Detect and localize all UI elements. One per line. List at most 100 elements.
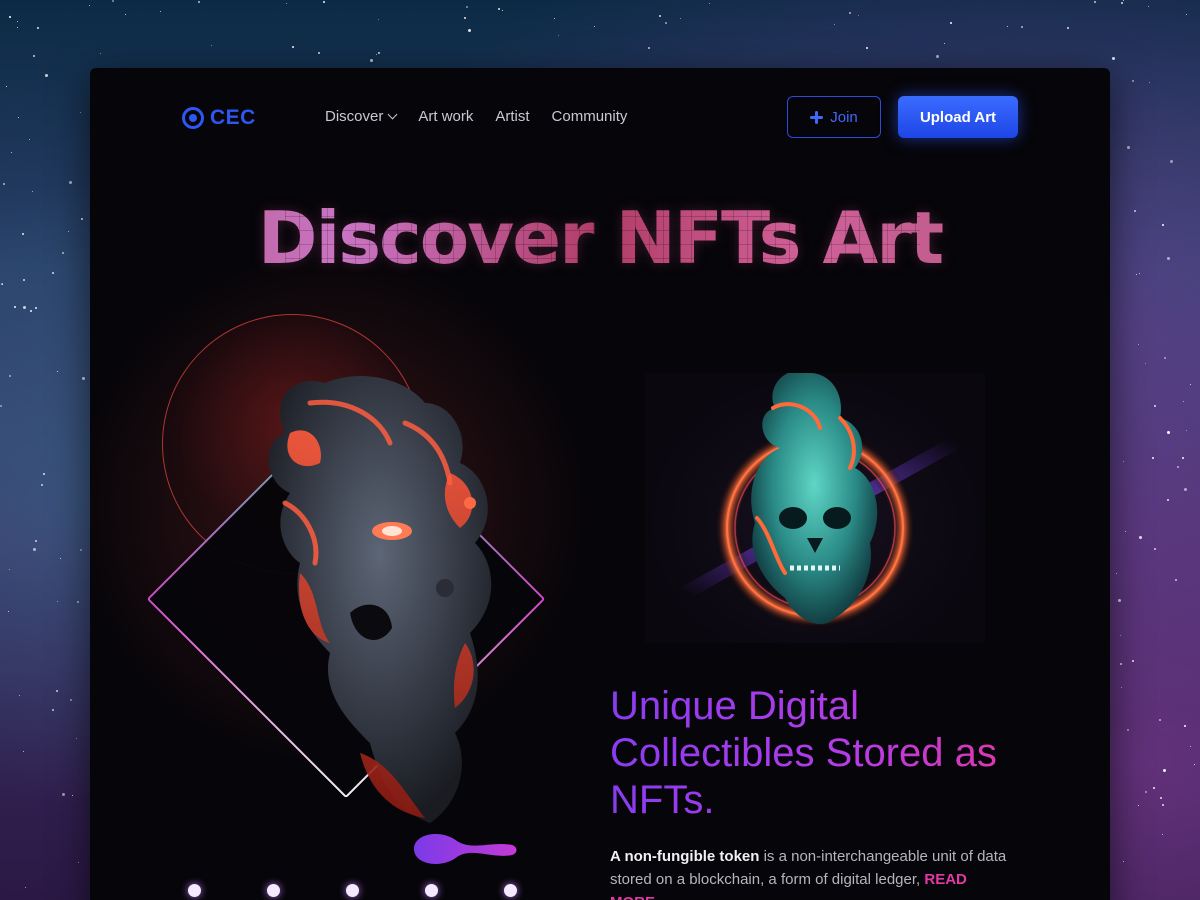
star [292, 45, 295, 48]
star [709, 3, 711, 5]
star [1161, 804, 1164, 807]
star [1122, 0, 1124, 2]
star [79, 112, 81, 114]
star [497, 7, 500, 10]
carousel-dot[interactable] [504, 884, 517, 897]
star [1184, 724, 1187, 727]
star [376, 54, 378, 56]
star [1186, 430, 1188, 432]
star [1126, 729, 1129, 732]
star [286, 3, 288, 5]
star [369, 59, 373, 63]
star [1169, 159, 1173, 163]
star [11, 152, 13, 154]
carousel-dot[interactable] [425, 884, 438, 897]
hero-title: Discover NFTs Art [90, 196, 1110, 280]
star [1144, 790, 1147, 793]
carousel-dot[interactable] [346, 884, 359, 897]
star [13, 306, 16, 309]
star [43, 473, 46, 476]
star [1135, 274, 1137, 276]
nav-item-label: Community [551, 108, 628, 125]
discord-icon [810, 110, 824, 124]
star [69, 698, 72, 701]
star [1139, 273, 1141, 275]
star [0, 405, 3, 408]
star [558, 35, 560, 37]
main-nav: Discover Art work Artist Community [325, 108, 627, 125]
star [6, 86, 8, 88]
star [44, 73, 48, 77]
star [1127, 146, 1131, 150]
star [463, 17, 466, 20]
nav-item-art-work[interactable]: Art work [418, 108, 473, 125]
star [56, 600, 58, 602]
star [1006, 26, 1008, 28]
skull-artwork-card[interactable] [645, 373, 985, 643]
star [1164, 356, 1167, 359]
star [211, 45, 213, 47]
star [1176, 466, 1179, 469]
star [1137, 344, 1139, 346]
star [31, 191, 33, 193]
carousel-dots [188, 884, 517, 897]
sculpture-artwork-image [268, 375, 492, 823]
star [62, 792, 66, 796]
star [648, 47, 651, 50]
star [68, 180, 72, 184]
star [8, 569, 10, 571]
carousel-dot[interactable] [267, 884, 280, 897]
nav-item-artist[interactable]: Artist [495, 108, 529, 125]
star [1185, 14, 1187, 16]
star [1182, 401, 1184, 403]
star [1118, 598, 1122, 602]
description-bold-term: A non-fungible token [610, 848, 760, 865]
star [1153, 548, 1156, 551]
upload-art-button[interactable]: Upload Art [898, 96, 1018, 138]
star [79, 548, 82, 551]
star [29, 139, 31, 140]
star [949, 22, 952, 25]
star [1162, 834, 1164, 836]
star [848, 12, 851, 15]
star [465, 6, 468, 9]
star [858, 14, 860, 16]
star [323, 1, 326, 4]
star [1120, 662, 1123, 665]
nav-item-community[interactable]: Community [552, 108, 628, 125]
star [1131, 80, 1134, 83]
star [1144, 363, 1146, 365]
star [1122, 460, 1124, 462]
nav-item-label: Discover [325, 108, 384, 125]
star [1119, 635, 1121, 637]
brand-logo[interactable]: CEC [182, 106, 256, 130]
star [1131, 660, 1134, 663]
star [1067, 26, 1070, 29]
join-button-label: Join [830, 108, 858, 126]
star [111, 0, 114, 3]
star [51, 708, 54, 711]
carousel-dot[interactable] [188, 884, 201, 897]
nav-item-discover[interactable]: Discover [325, 108, 398, 125]
star [378, 52, 380, 55]
star [468, 28, 472, 32]
star [1147, 6, 1149, 8]
star [935, 55, 939, 59]
star [29, 309, 32, 312]
star [1161, 224, 1164, 227]
star [160, 11, 162, 13]
star [1174, 578, 1177, 581]
star [82, 377, 86, 381]
star [33, 54, 35, 57]
star [1021, 26, 1024, 29]
star [1163, 769, 1167, 773]
join-button[interactable]: Join [787, 96, 881, 138]
skull-artwork-image [678, 373, 962, 628]
star [1133, 210, 1136, 213]
star [71, 795, 73, 797]
star [34, 306, 37, 309]
star [554, 17, 556, 19]
star [659, 15, 662, 18]
star [665, 21, 668, 24]
star [17, 20, 18, 22]
